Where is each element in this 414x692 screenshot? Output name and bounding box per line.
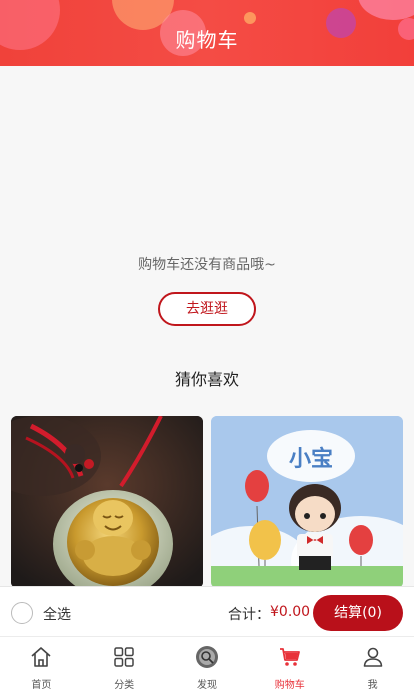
tab-cart-label: 购物车 [274,680,305,691]
bottom-tab-bar: 首页 分类 发现 购物车 我 [0,636,414,692]
total-label: 合计： [228,607,270,623]
figure-badge-text: 小宝 [289,446,333,472]
discover-icon [195,646,218,668]
cart-icon [279,648,300,666]
browse-button[interactable]: 去逛逛 [158,292,256,326]
recommend-title: 猜你喜欢 [174,370,239,389]
product-card-cartoon-figure[interactable]: 小宝 [211,416,403,588]
cartoon-figure-image: 小宝 [211,416,403,588]
select-all-checkbox[interactable] [11,602,33,624]
tab-home[interactable]: 首页 [0,637,83,692]
settle-button[interactable]: 结算(0) [313,595,403,631]
tab-discover-label: 发现 [196,680,217,691]
tab-category-label: 分类 [114,680,135,691]
tab-discover[interactable]: 发现 [166,637,249,692]
tab-home-label: 首页 [31,680,52,691]
header-bar: 购物车 [0,0,414,66]
tab-me[interactable]: 我 [331,637,414,692]
category-grid-icon [114,647,134,667]
page-title: 购物车 [175,28,239,52]
select-all-label[interactable]: 全选 [43,604,71,624]
tab-cart[interactable]: 购物车 [248,637,331,692]
checkout-bar: 全选 合计： ¥0.00 结算(0) [0,586,414,636]
total-amount: ¥0.00 [270,604,311,620]
empty-cart-message: 购物车还没有商品哦~ [138,257,276,273]
tab-category[interactable]: 分类 [83,637,166,692]
tab-me-label: 我 [367,680,378,691]
buddha-pendant-image [11,416,203,588]
user-icon [363,647,382,667]
home-icon [31,647,51,667]
product-card-buddha-pendant[interactable] [11,416,203,588]
